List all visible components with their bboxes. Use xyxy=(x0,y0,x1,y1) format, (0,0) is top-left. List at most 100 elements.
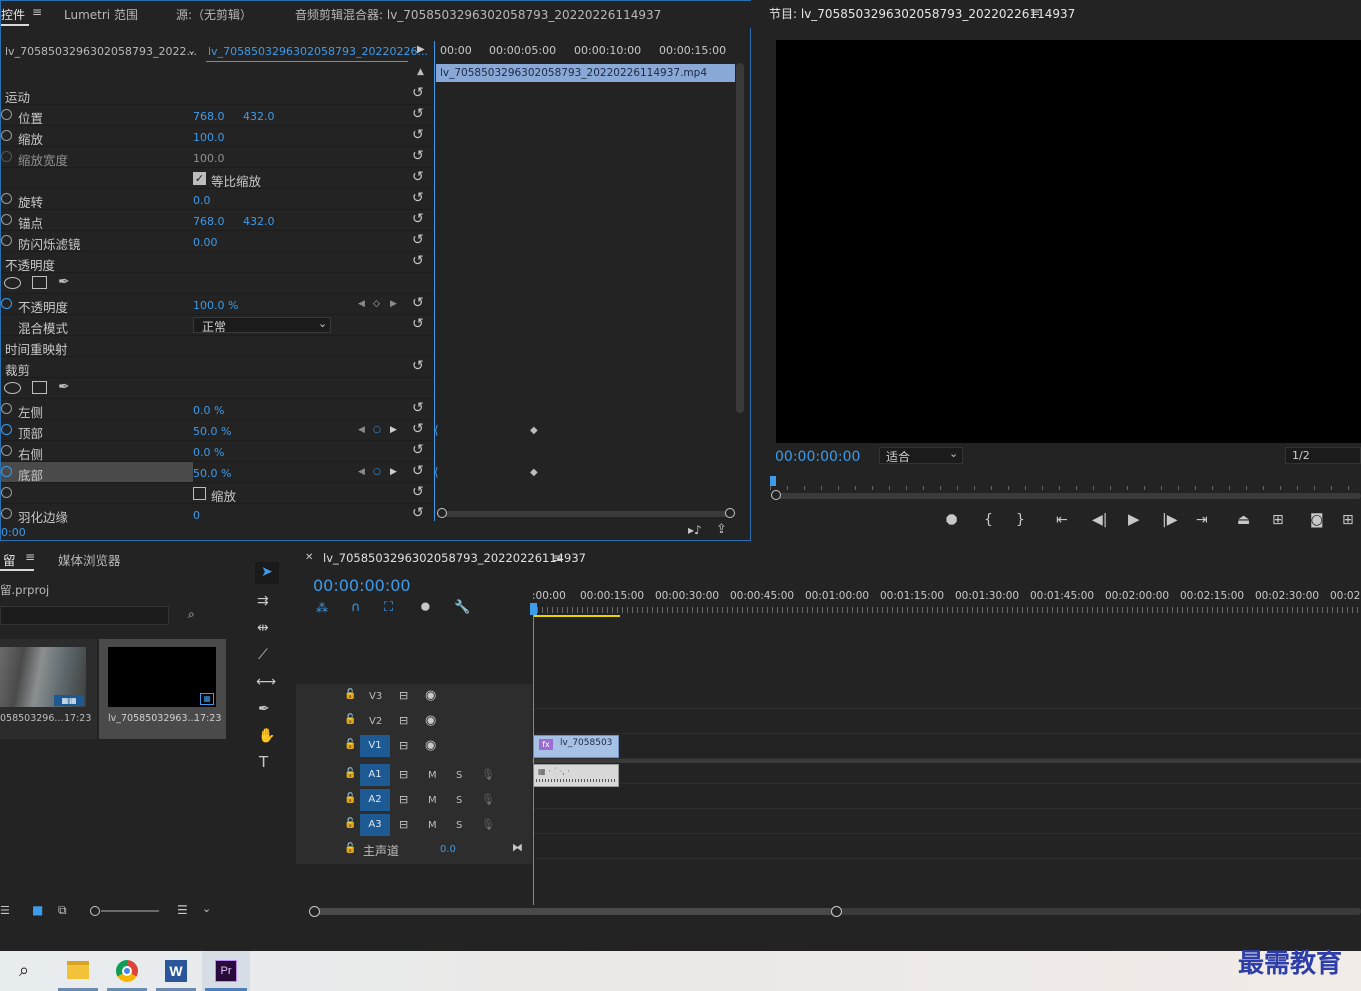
crop-top-value[interactable]: 50.0 % xyxy=(193,425,231,438)
pen-icon[interactable]: ✒ xyxy=(258,702,270,716)
scroll-handle-right[interactable] xyxy=(831,906,842,917)
file-explorer-icon[interactable] xyxy=(67,961,89,979)
mic-icon[interactable]: 🎙 xyxy=(481,768,495,781)
uniform-scale-checkbox[interactable]: ✓ xyxy=(193,172,206,185)
opacity-section-row[interactable]: 不透明度 ↺ xyxy=(1,252,433,273)
reset-icon[interactable]: ↺ xyxy=(412,316,424,332)
stopwatch-icon[interactable] xyxy=(1,235,12,246)
mark-in-icon[interactable]: { xyxy=(984,513,993,527)
nest-icon[interactable]: ⁂ xyxy=(316,601,328,615)
track-target-v1[interactable]: V1 xyxy=(360,735,390,757)
stopwatch-icon[interactable] xyxy=(1,487,12,498)
tab-media-browser[interactable]: 媒体浏览器 xyxy=(58,550,121,569)
program-ruler[interactable] xyxy=(770,476,1361,490)
chrome-icon[interactable] xyxy=(116,960,138,982)
audio-clip-a1[interactable]: ▦ · ˙ ·‚ · xyxy=(533,764,619,787)
timeline-ruler[interactable]: :00:00 00:00:15:00 00:00:30:00 00:00:45:… xyxy=(532,587,1361,617)
prev-keyframe-icon[interactable]: ◀ xyxy=(358,299,365,309)
lock-icon[interactable]: 🔓 xyxy=(344,843,356,854)
effect-clip-bar[interactable]: lv_7058503296302058793_20220226114937.mp… xyxy=(436,64,735,82)
list-view-icon[interactable]: ☰ xyxy=(0,904,10,917)
add-keyframe-icon[interactable]: ○ xyxy=(373,425,381,435)
mic-icon[interactable]: 🎙 xyxy=(481,793,495,806)
stopwatch-icon[interactable] xyxy=(1,109,12,120)
extract-icon[interactable]: ⊞ xyxy=(1272,513,1284,527)
reset-icon[interactable]: ↺ xyxy=(412,421,424,437)
pen-mask-icon[interactable]: ✒ xyxy=(58,274,70,290)
video-clip-v1[interactable]: fx lv_7058503 xyxy=(533,735,619,758)
eye-icon[interactable]: ◉ xyxy=(425,713,436,728)
master-clip-name[interactable]: lv_705850329630205​8793_2022... xyxy=(5,45,197,58)
effect-controls-timecode[interactable]: 0:00 xyxy=(1,526,26,539)
ellipse-mask-icon[interactable] xyxy=(4,382,21,394)
track-target-a3[interactable]: A3 xyxy=(360,814,390,836)
word-icon[interactable]: W xyxy=(165,960,187,982)
go-to-end-icon[interactable]: ⧓ xyxy=(512,841,523,854)
pen-mask-icon[interactable]: ✒ xyxy=(58,379,70,395)
next-keyframe-icon[interactable]: ▶ xyxy=(390,425,397,435)
playhead-handle[interactable] xyxy=(530,603,537,615)
stopwatch-icon[interactable] xyxy=(1,403,12,414)
timeline-tracks-area[interactable]: :00:00 00:00:15:00 00:00:30:00 00:00:45:… xyxy=(530,545,1361,905)
zoom-checkbox[interactable] xyxy=(193,487,206,500)
scroll-up-icon[interactable]: ▲ xyxy=(417,67,424,77)
project-item[interactable]: ▦▦ 058503296... 17:23 xyxy=(0,639,97,739)
play-icon[interactable]: ▶ xyxy=(1128,512,1140,527)
program-playhead[interactable] xyxy=(770,476,776,486)
lock-icon[interactable]: 🔓 xyxy=(344,714,356,725)
selection-tool[interactable]: ➤ xyxy=(255,562,279,584)
reset-icon[interactable]: ↺ xyxy=(412,106,424,122)
sequence-clip-name[interactable]: lv_7058503296302058793_20220226... xyxy=(208,45,428,58)
sync-lock-icon[interactable]: ⊟ xyxy=(399,768,408,781)
timeline-zoom-scrollbar[interactable] xyxy=(309,906,1361,917)
scroll-handle-left[interactable] xyxy=(309,906,320,917)
chevron-down-icon[interactable]: ⌄ xyxy=(187,44,196,57)
step-forward-icon[interactable]: |▶ xyxy=(1162,513,1177,527)
rotation-value[interactable]: 0.0 xyxy=(193,194,211,207)
button-editor-icon[interactable]: ⊞ xyxy=(1342,513,1354,527)
master-track-value[interactable]: 0.0 xyxy=(440,844,456,855)
sync-lock-icon[interactable]: ⊟ xyxy=(399,793,408,806)
lock-icon[interactable]: 🔓 xyxy=(344,739,356,750)
scale-value[interactable]: 100.0 xyxy=(193,131,225,144)
search-icon[interactable]: ⌕ xyxy=(19,960,29,981)
tab-project[interactable]: 留 xyxy=(3,550,16,569)
add-keyframe-icon[interactable]: ◇ xyxy=(373,299,380,309)
anchor-y-value[interactable]: 432.0 xyxy=(243,215,275,228)
scroll-handle-left[interactable] xyxy=(771,490,781,500)
add-marker-icon[interactable]: ⯃ xyxy=(946,514,957,528)
effect-vertical-scrollbar[interactable] xyxy=(736,63,744,413)
stopwatch-icon[interactable] xyxy=(1,445,12,456)
scroll-handle-left[interactable] xyxy=(437,508,447,518)
reset-icon[interactable]: ↺ xyxy=(412,442,424,458)
lift-icon[interactable]: ⏏ xyxy=(1237,513,1250,527)
tab-effect-controls[interactable]: 控件 xyxy=(1,6,25,23)
next-keyframe-icon[interactable]: ▶ xyxy=(390,467,397,477)
reset-icon[interactable]: ↺ xyxy=(412,400,424,416)
ripple-edit-icon[interactable]: ⇹ xyxy=(257,621,269,635)
go-to-out-icon[interactable]: ⇥ xyxy=(1196,513,1208,527)
program-zoom-scrollbar[interactable] xyxy=(771,490,1361,500)
play-triangle-icon[interactable]: ▶ xyxy=(417,44,425,55)
scrollbar-thumb[interactable] xyxy=(314,908,836,915)
blend-mode-select[interactable]: 正常 ⌄ xyxy=(193,317,331,334)
panel-menu-icon[interactable]: ≡ xyxy=(25,550,35,564)
new-bin-icon[interactable]: ⌕ xyxy=(188,607,195,622)
stopwatch-icon[interactable] xyxy=(1,424,12,435)
effect-zoom-scrollbar[interactable] xyxy=(437,508,735,518)
timeline-timecode[interactable]: 00:00:00:00 xyxy=(313,576,411,595)
rectangle-mask-icon[interactable] xyxy=(32,381,47,394)
solo-button[interactable]: S xyxy=(456,795,462,806)
zoom-slider-track[interactable] xyxy=(101,910,159,912)
crop-left-value[interactable]: 0.0 % xyxy=(193,404,224,417)
add-marker-icon[interactable]: ⯃ xyxy=(421,601,430,615)
eye-icon[interactable]: ◉ xyxy=(425,688,436,703)
solo-button[interactable]: S xyxy=(456,820,462,831)
timeline-playhead[interactable] xyxy=(533,603,534,905)
reset-icon[interactable]: ↺ xyxy=(412,358,424,374)
tab-lumetri-scopes[interactable]: Lumetri 范围 xyxy=(64,6,138,23)
linked-selection-icon[interactable]: ⛶ xyxy=(384,600,393,615)
keyframe-start-icon[interactable]: ⟨ xyxy=(434,423,439,437)
mute-button[interactable]: M xyxy=(428,795,437,806)
project-item[interactable]: ▦ lv_70585032963... 17:23 xyxy=(99,639,226,739)
